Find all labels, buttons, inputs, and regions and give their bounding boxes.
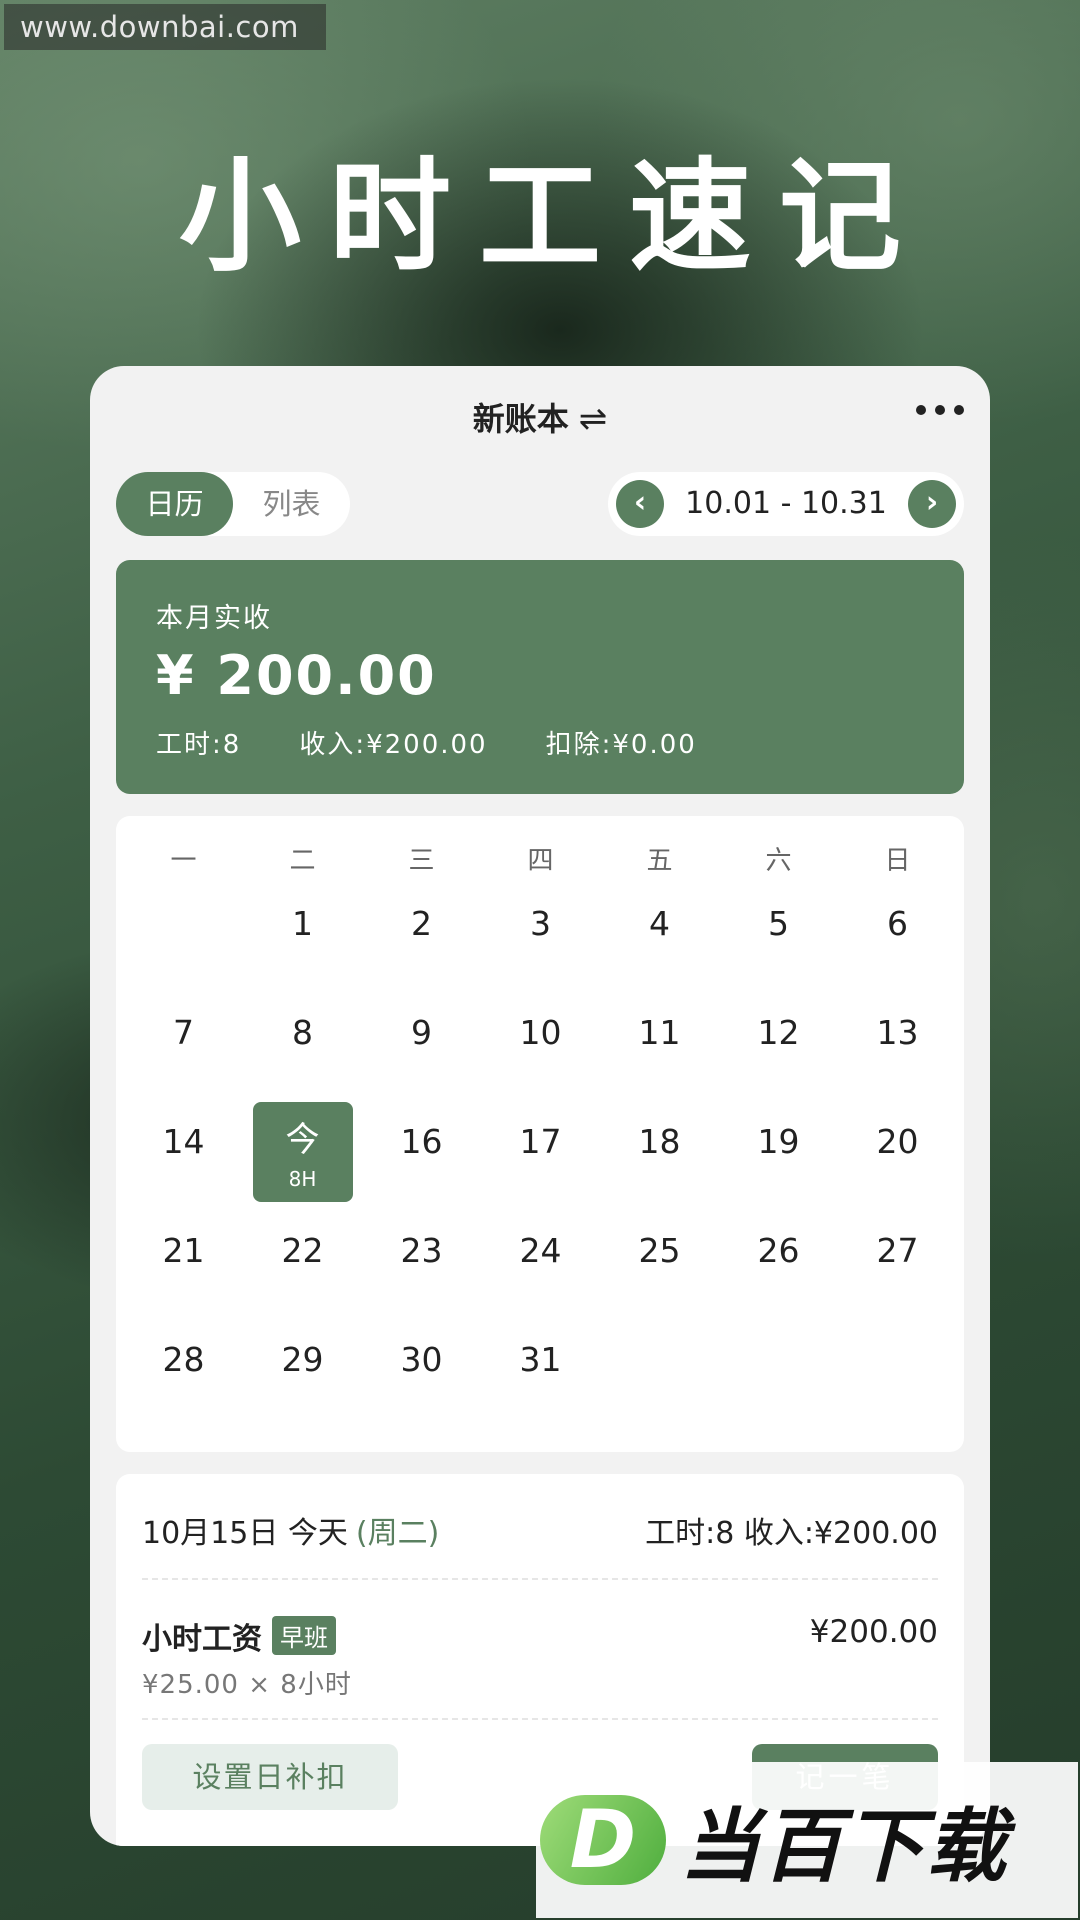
calendar-day[interactable]: 30 xyxy=(362,1330,481,1439)
calendar-day[interactable]: 8 xyxy=(243,1003,362,1112)
more-dot xyxy=(935,405,945,415)
calendar-day[interactable]: 19 xyxy=(719,1112,838,1221)
today-label: 今 xyxy=(285,1120,320,1160)
calendar-day[interactable]: 17 xyxy=(481,1112,600,1221)
chevron-right-icon[interactable]: › xyxy=(908,480,956,528)
calendar-day[interactable]: 12 xyxy=(719,1003,838,1112)
entry-amount: ¥200.00 xyxy=(809,1614,938,1650)
calendar-day[interactable]: 6 xyxy=(838,894,957,1003)
hero-title: 小时工速记 xyxy=(179,146,929,288)
calendar-day[interactable]: 23 xyxy=(362,1221,481,1330)
more-dot xyxy=(916,405,926,415)
calendar-day[interactable]: 28 xyxy=(124,1330,243,1439)
selected-date-text: 10月15日 今天 xyxy=(142,1516,348,1551)
calendar-day[interactable]: 21 xyxy=(124,1221,243,1330)
summary-amount: ¥ 200.00 xyxy=(156,644,437,707)
calendar-day[interactable]: 11 xyxy=(600,1003,719,1112)
ledger-name: 新账本 xyxy=(472,400,569,438)
app-card: 新账本 ⇌ 日历 列表 ‹ 10.01 - 10.31 › 本月实收 ¥ 200.… xyxy=(90,366,990,1846)
weekday-header: 一二三四五六日 xyxy=(124,840,957,877)
date-range-nav: ‹ 10.01 - 10.31 › xyxy=(608,472,964,536)
calendar-grid: 1 2 3 4 5 6 7 8 9 10 11 12 13 14 今 8H 16 17 18 19 20 21 22 23 24… xyxy=(124,894,957,1439)
selected-weekday: (周二) xyxy=(355,1516,440,1551)
calendar-day[interactable]: 9 xyxy=(362,1003,481,1112)
calendar-day[interactable]: 4 xyxy=(600,894,719,1003)
calendar-day[interactable]: 16 xyxy=(362,1112,481,1221)
brand-logo-icon: D xyxy=(540,1795,666,1885)
weekday-label: 五 xyxy=(646,846,673,876)
day-stats: 工时:8 收入:¥200.00 xyxy=(645,1516,938,1551)
calendar-day[interactable]: 10 xyxy=(481,1003,600,1112)
calendar-day[interactable]: 20 xyxy=(838,1112,957,1221)
ledger-title[interactable]: 新账本 ⇌ xyxy=(90,394,990,440)
calendar-day[interactable]: 3 xyxy=(481,894,600,1003)
entry-name[interactable]: 小时工资 早班 xyxy=(142,1614,336,1658)
calendar-day[interactable]: 29 xyxy=(243,1330,362,1439)
chevron-left-icon[interactable]: ‹ xyxy=(616,480,664,528)
divider xyxy=(142,1578,938,1580)
calendar-day[interactable]: 25 xyxy=(600,1221,719,1330)
entry-title: 小时工资 xyxy=(142,1622,262,1657)
summary-deduction: 扣除:¥0.00 xyxy=(545,730,697,760)
calendar-day[interactable]: 1 xyxy=(243,894,362,1003)
summary-label: 本月实收 xyxy=(156,603,272,634)
weekday-label: 六 xyxy=(765,846,792,876)
calendar-day[interactable]: 5 xyxy=(719,894,838,1003)
brand-watermark: D 当百下载 xyxy=(536,1762,1078,1918)
calendar-day[interactable]: 24 xyxy=(481,1221,600,1330)
set-adjustment-button[interactable]: 设置日补扣 xyxy=(142,1744,398,1810)
calendar-day[interactable]: 31 xyxy=(481,1330,600,1439)
date-range-label[interactable]: 10.01 - 10.31 xyxy=(664,472,908,536)
calendar-day[interactable]: 22 xyxy=(243,1221,362,1330)
watermark-top: www.downbai.com xyxy=(4,4,326,50)
summary-hours: 工时:8 xyxy=(156,730,242,760)
calendar-day[interactable]: 2 xyxy=(362,894,481,1003)
calendar-day[interactable]: 27 xyxy=(838,1221,957,1330)
divider xyxy=(142,1718,938,1720)
shift-badge: 早班 xyxy=(272,1616,336,1655)
weekday-label: 日 xyxy=(884,846,911,876)
entry-formula: ¥25.00 × 8小时 xyxy=(142,1670,352,1700)
weekday-label: 三 xyxy=(408,846,435,876)
monthly-summary-card: 本月实收 ¥ 200.00 工时:8 收入:¥200.00 扣除:¥0.00 xyxy=(116,560,964,794)
today-hours: 8H xyxy=(288,1167,317,1191)
more-menu-icon[interactable] xyxy=(916,400,964,420)
summary-income: 收入:¥200.00 xyxy=(299,730,488,760)
calendar-day[interactable]: 14 xyxy=(124,1112,243,1221)
tab-list[interactable]: 列表 xyxy=(233,472,350,536)
weekday-label: 四 xyxy=(527,846,554,876)
calendar-day[interactable]: 13 xyxy=(838,1003,957,1112)
calendar-day[interactable]: 7 xyxy=(124,1003,243,1112)
view-toggle: 日历 列表 xyxy=(116,472,350,536)
calendar-day-today[interactable]: 今 8H xyxy=(252,1102,353,1202)
brand-text: 当百下载 xyxy=(680,1800,1008,1893)
calendar-day[interactable]: 26 xyxy=(719,1221,838,1330)
tab-calendar[interactable]: 日历 xyxy=(116,472,233,536)
calendar: 一二三四五六日 1 2 3 4 5 6 7 8 9 10 11 12 13 14 今 8H 16 17 18 19 20… xyxy=(116,816,964,1452)
more-dot xyxy=(954,405,964,415)
selected-date: 10月15日 今天 (周二) xyxy=(142,1508,439,1552)
swap-icon[interactable]: ⇌ xyxy=(579,399,608,439)
weekday-label: 二 xyxy=(289,846,316,876)
summary-stats: 工时:8 收入:¥200.00 扣除:¥0.00 xyxy=(156,724,755,761)
calendar-day[interactable]: 18 xyxy=(600,1112,719,1221)
weekday-label: 一 xyxy=(170,846,197,876)
